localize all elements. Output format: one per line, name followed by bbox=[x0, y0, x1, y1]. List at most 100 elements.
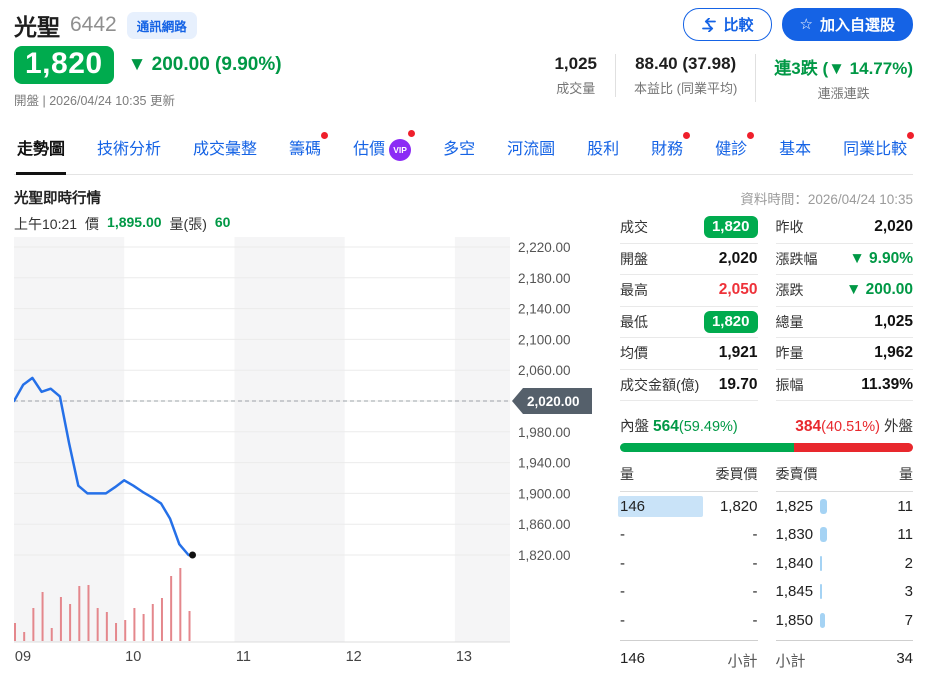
y-tick-label: 1,940.00 bbox=[518, 456, 571, 471]
bid-price: - bbox=[753, 526, 758, 543]
quote-label: 昨收 bbox=[776, 217, 804, 237]
ask-depth-bar bbox=[820, 499, 827, 514]
tab-label: 技術分析 bbox=[97, 141, 161, 158]
ask-price: 1,840 bbox=[776, 555, 814, 572]
bid-price-header: 委買價 bbox=[716, 464, 758, 484]
quote-value: ▼ 9.90% bbox=[849, 250, 913, 268]
last-price-dot bbox=[189, 552, 196, 559]
bid-qty: - bbox=[620, 555, 625, 572]
stat-label: 連漲連跌 bbox=[774, 83, 913, 102]
stat-streak: 連3跌 (▼ 14.77%) 連漲連跌 bbox=[755, 54, 913, 102]
y-tick-label: 2,100.00 bbox=[518, 332, 571, 347]
quote-column-right: 昨收2,020漲跌幅▼ 9.90%漲跌▼ 200.00總量1,025昨量1,96… bbox=[776, 212, 914, 401]
quote-row-amount: 成交金額(億) 19.70 bbox=[620, 370, 758, 402]
quote-row-open: 開盤2,020 bbox=[620, 244, 758, 276]
compare-button[interactable]: 比較 bbox=[683, 8, 772, 41]
y-tick-label: 2,140.00 bbox=[518, 302, 571, 317]
content: 光聖即時行情 資料時間：2026/04/24 10:35 上午10:21 價 1… bbox=[14, 187, 913, 677]
tab-valuation[interactable]: 估價VIP bbox=[352, 123, 412, 174]
quote-value: 19.70 bbox=[719, 376, 758, 394]
y-tick-label: 2,060.00 bbox=[518, 363, 571, 378]
tab-dividend[interactable]: 股利 bbox=[586, 123, 620, 174]
tab-basics[interactable]: 基本 bbox=[778, 123, 812, 174]
tab-technical[interactable]: 技術分析 bbox=[96, 123, 162, 174]
quote-row-prev-vol: 昨量1,962 bbox=[776, 338, 914, 370]
tab-river-chart[interactable]: 河流圖 bbox=[506, 123, 556, 174]
tab-checkup[interactable]: 健診 bbox=[714, 123, 748, 174]
bid-row: -- bbox=[620, 549, 758, 578]
nav-tabs: 走勢圖技術分析成交彙整籌碼估價VIP多空河流圖股利財務健診基本同業比較更多... bbox=[14, 123, 913, 175]
stat-label: 本益比 (同業平均) bbox=[634, 78, 737, 97]
ask-qty: 2 bbox=[905, 555, 913, 572]
inner-outer-ratio-bar bbox=[620, 443, 913, 452]
tab-label: 股利 bbox=[587, 141, 619, 158]
ask-depth-bar bbox=[820, 556, 822, 571]
stat-value: 連3跌 (▼ 14.77%) bbox=[774, 54, 913, 79]
y-tick-label: 1,820.00 bbox=[518, 548, 571, 563]
tab-financials[interactable]: 財務 bbox=[650, 123, 684, 174]
category-tag[interactable]: 通訊網路 bbox=[127, 12, 197, 39]
x-tick-label: 10 bbox=[125, 649, 141, 665]
tab-trend[interactable]: 走勢圖 bbox=[16, 123, 66, 174]
tab-long-short[interactable]: 多空 bbox=[442, 123, 476, 174]
tab-label: 籌碼 bbox=[289, 141, 321, 158]
ask-subtotal-value: 34 bbox=[896, 650, 913, 671]
ask-price-header: 委賣價 bbox=[776, 464, 818, 484]
quote-label: 成交金額(億) bbox=[620, 375, 699, 395]
quote-value: ▼ 200.00 bbox=[846, 281, 913, 299]
quote-value: 1,025 bbox=[874, 313, 913, 331]
quote-value: 1,962 bbox=[874, 344, 913, 362]
tab-label: 走勢圖 bbox=[17, 141, 65, 158]
tab-label: 多空 bbox=[443, 141, 475, 158]
hover-vol: 60 bbox=[215, 214, 231, 234]
stat-value: 1,025 bbox=[554, 54, 597, 74]
stock-page: 光聖 6442 通訊網路 比較 ☆ 加入自選股 1 bbox=[0, 0, 927, 677]
star-icon: ☆ bbox=[800, 17, 813, 32]
tab-label: 財務 bbox=[651, 141, 683, 158]
bid-column: 量 委買價 1461,820-------- 146 小計 bbox=[620, 464, 758, 671]
compare-icon bbox=[701, 18, 717, 32]
bid-row: -- bbox=[620, 606, 758, 635]
quote-label: 最高 bbox=[620, 280, 648, 300]
ask-row: 1,8507 bbox=[776, 606, 914, 635]
stat-pe-ratio: 88.40 (37.98)本益比 (同業平均) bbox=[615, 54, 755, 97]
y-tick-label: 1,900.00 bbox=[518, 486, 571, 501]
y-tick-label: 1,980.00 bbox=[518, 425, 571, 440]
y-tick-label: 2,180.00 bbox=[518, 271, 571, 286]
quote-row-amplitude: 振幅11.39% bbox=[776, 370, 914, 402]
stock-header: 光聖 6442 通訊網路 比較 ☆ 加入自選股 1 bbox=[14, 8, 913, 109]
chart-title: 光聖即時行情 bbox=[14, 187, 101, 208]
chart-column: 上午10:21 價 1,895.00 量(張) 60 2,220.002,180… bbox=[14, 212, 604, 677]
notification-dot bbox=[683, 132, 690, 139]
bid-price: - bbox=[753, 583, 758, 600]
quote-row-high: 最高 2,050 bbox=[620, 275, 758, 307]
bid-qty-header: 量 bbox=[620, 464, 634, 484]
bid-price: 1,820 bbox=[720, 498, 758, 515]
intraday-price-chart[interactable]: 2,220.002,180.002,140.002,100.002,060.00… bbox=[14, 237, 604, 672]
notification-dot bbox=[408, 130, 415, 137]
quote-label: 成交 bbox=[620, 217, 648, 237]
tab-label: 河流圖 bbox=[507, 141, 555, 158]
ask-depth-bar bbox=[820, 613, 824, 628]
tab-transactions[interactable]: 成交彙整 bbox=[192, 123, 258, 174]
ask-row: 1,8453 bbox=[776, 578, 914, 607]
bid-row: 1461,820 bbox=[620, 492, 758, 521]
quote-label: 總量 bbox=[776, 312, 804, 332]
tab-peer-compare[interactable]: 同業比較 bbox=[842, 123, 908, 174]
add-watchlist-button[interactable]: ☆ 加入自選股 bbox=[782, 8, 913, 41]
x-tick-label: 09 bbox=[15, 649, 31, 665]
hour-band bbox=[234, 237, 344, 642]
outer-ratio-bar bbox=[794, 443, 913, 452]
ask-row: 1,83011 bbox=[776, 521, 914, 550]
ask-column: 委賣價 量 1,825111,830111,84021,84531,8507 小… bbox=[776, 464, 914, 671]
order-book: 量 委買價 1461,820-------- 146 小計 委賣價 量 bbox=[620, 464, 913, 671]
tab-chips[interactable]: 籌碼 bbox=[288, 123, 322, 174]
quote-value: 11.39% bbox=[861, 376, 913, 394]
inner-lot-stat: 內盤 564(59.49%) bbox=[620, 415, 738, 436]
quote-row-change: 漲跌▼ 200.00 bbox=[776, 275, 914, 307]
quote-row-prev-close: 昨收2,020 bbox=[776, 212, 914, 244]
quote-value: 2,050 bbox=[719, 281, 758, 299]
x-tick-label: 12 bbox=[346, 649, 362, 665]
bid-row: -- bbox=[620, 521, 758, 550]
tab-label: 估價 bbox=[353, 141, 385, 158]
